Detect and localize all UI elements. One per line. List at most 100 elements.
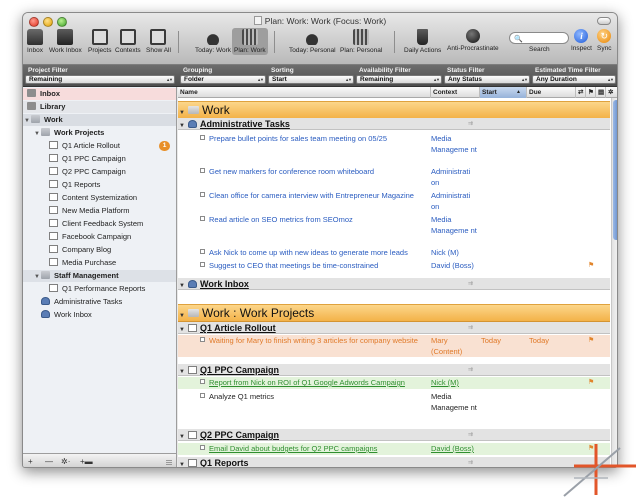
sidebar-item-project[interactable]: Content Systemization [23,192,176,204]
column-header-repeat[interactable]: ⇄ [575,87,585,98]
estimated-time-filter[interactable]: Estimated Time Filter Any Duration [532,66,616,86]
task-row[interactable]: Clean office for camera interview with E… [178,190,610,212]
status-filter[interactable]: Status Filter Any Status [444,66,530,86]
task-context[interactable]: David (Boss) [431,443,479,454]
sidebar-item-inbox[interactable]: Inbox [23,88,176,100]
sidebar-item-project[interactable]: Q1 Performance Reports [23,283,176,295]
toolbar-plan-work-button[interactable]: Plan: Work [232,28,268,55]
task-row[interactable]: Get new markers for conference room whit… [178,166,610,187]
status-select[interactable]: Any Status [444,75,530,84]
task-name[interactable]: Prepare bullet points for sales team mee… [209,133,424,144]
disclosure-triangle-icon[interactable]: ▼ [178,120,186,132]
availability-filter[interactable]: Availability Filter Remaining [356,66,442,86]
project-filter[interactable]: Project Filter Remaining [25,66,175,86]
project-row-q1-article-rollout[interactable]: ▼ Q1 Article Rollout ⇉ [178,322,610,334]
column-header-due[interactable]: Due [526,87,575,98]
disclosure-triangle-icon[interactable]: ▼ [178,431,186,443]
column-header-options[interactable]: ✲ [605,87,617,98]
task-context[interactable]: Media Manageme nt [431,133,479,155]
task-row[interactable]: Suggest to CEO that meetings be time-con… [178,260,610,272]
task-checkbox[interactable] [200,168,205,173]
task-row[interactable]: Read article on SEO metrics from SEOmoz M… [178,214,610,236]
toolbar-today-work-button[interactable]: Today: Work [195,29,231,54]
sidebar-item-project[interactable]: Q1 Reports [23,179,176,191]
sidebar-item-work-projects[interactable]: ▼ Work Projects [23,127,176,139]
task-context[interactable]: Administrati on [431,190,479,212]
sidebar-item-project[interactable]: Media Purchase [23,257,176,269]
task-context[interactable]: Media Manageme nt [431,391,479,413]
folder-band-work[interactable]: ▼ Work [178,101,610,119]
toolbar-plan-personal-button[interactable]: Plan: Personal [340,29,382,54]
vertical-scrollbar[interactable] [611,98,617,467]
toolbar-show-all-button[interactable]: Show All [146,29,171,54]
column-header-flag[interactable]: ⚑ [585,87,595,98]
scrollbar-thumb[interactable] [613,100,617,240]
task-name[interactable]: Clean office for camera interview with E… [209,190,424,201]
task-name[interactable]: Email David about budgets for Q2 PPC cam… [209,443,424,454]
toolbar-work-inbox-button[interactable]: Work Inbox [49,29,82,54]
remove-button[interactable]: — [45,457,53,466]
task-name[interactable]: Report from Nick on ROI of Q1 Google Adw… [209,377,424,388]
task-name[interactable]: Waiting for Mary to finish writing 3 art… [209,335,424,346]
task-checkbox[interactable] [200,337,205,342]
task-start-date[interactable]: Today [481,335,501,346]
sidebar-item-project[interactable]: Q2 PPC Campaign [23,166,176,178]
task-checkbox[interactable] [200,379,205,384]
task-checkbox[interactable] [200,135,205,140]
sidebar-item-project[interactable]: Q1 Article Rollout 1 [23,140,176,152]
toolbar-daily-actions-button[interactable]: Daily Actions [404,29,441,54]
sidebar-item-library[interactable]: Library [23,101,176,113]
task-row[interactable]: Email David about budgets for Q2 PPC cam… [178,443,610,455]
toolbar-today-personal-button[interactable]: Today: Personal [289,29,336,54]
flag-icon[interactable]: ⚑ [588,261,594,269]
project-row-administrative-tasks[interactable]: ▼ Administrative Tasks ⇉ [178,118,610,130]
column-header-note[interactable]: ▤ [595,87,605,98]
disclosure-triangle-icon[interactable]: ▼ [178,280,186,292]
toolbar-anti-procrastinate-button[interactable]: Anti-Procrastinate [447,29,499,52]
task-context[interactable]: Media Manageme nt [431,214,479,236]
task-context[interactable]: Mary (Content) [431,335,479,357]
task-row[interactable]: Prepare bullet points for sales team mee… [178,133,610,155]
toolbar-projects-button[interactable]: Projects [88,29,111,54]
task-name[interactable]: Get new markers for conference room whit… [209,166,424,177]
sorting-select[interactable]: Start [268,75,354,84]
project-row-q2-ppc-campaign[interactable]: ▼ Q2 PPC Campaign ⇉ [178,429,610,441]
toolbar-contexts-button[interactable]: Contexts [115,29,141,54]
column-header-context[interactable]: Context [430,87,479,98]
task-checkbox[interactable] [200,249,205,254]
sidebar-item-project[interactable]: Company Blog [23,244,176,256]
task-context[interactable]: Administrati on [431,166,479,188]
disclosure-triangle-icon[interactable]: ▼ [178,459,186,467]
sidebar-item-project[interactable]: Facebook Campaign [23,231,176,243]
toolbar-sync-button[interactable]: ↻ Sync [597,29,611,52]
task-checkbox[interactable] [200,262,205,267]
disclosure-triangle-icon[interactable]: ▼ [33,271,41,283]
gear-menu-button[interactable]: ✲· [61,457,70,466]
sidebar-item-work-inbox[interactable]: Work Inbox [23,309,176,321]
task-name[interactable]: Analyze Q1 metrics [209,391,424,402]
toolbar-toggle-button[interactable] [597,17,611,25]
search-input[interactable]: 🔍 [509,32,569,44]
task-due-date[interactable]: Today [529,335,549,346]
task-name[interactable]: Ask Nick to come up with new ideas to ge… [209,247,424,258]
folder-band-work-projects[interactable]: ▼ Work : Work Projects [178,304,610,322]
flag-icon[interactable]: ⚑ [588,336,594,344]
sidebar-item-project[interactable]: Q1 PPC Campaign [23,153,176,165]
task-row[interactable]: Waiting for Mary to finish writing 3 art… [178,335,610,357]
add-folder-button[interactable]: +▬ [80,457,93,466]
sidebar-item-work[interactable]: ▼ Work [23,114,176,126]
sidebar-item-staff-management[interactable]: ▼ Staff Management [23,270,176,282]
toolbar-inspect-button[interactable]: i Inspect [571,29,592,52]
task-row[interactable]: Report from Nick on ROI of Q1 Google Adw… [178,377,610,389]
task-checkbox[interactable] [200,216,205,221]
task-context[interactable]: Nick (M) [431,247,479,258]
task-name[interactable]: Suggest to CEO that meetings be time-con… [209,260,424,271]
task-context[interactable]: David (Boss) [431,260,479,271]
project-row-q1-reports[interactable]: ▼ Q1 Reports ⇉ [178,457,610,467]
task-context[interactable]: Nick (M) [431,377,479,388]
task-name[interactable]: Read article on SEO metrics from SEOmoz [209,214,424,225]
sidebar-item-administrative-tasks[interactable]: Administrative Tasks [23,296,176,308]
sidebar-item-project[interactable]: New Media Platform [23,205,176,217]
resize-grip-icon[interactable] [166,459,172,465]
add-button[interactable]: + [28,457,33,466]
